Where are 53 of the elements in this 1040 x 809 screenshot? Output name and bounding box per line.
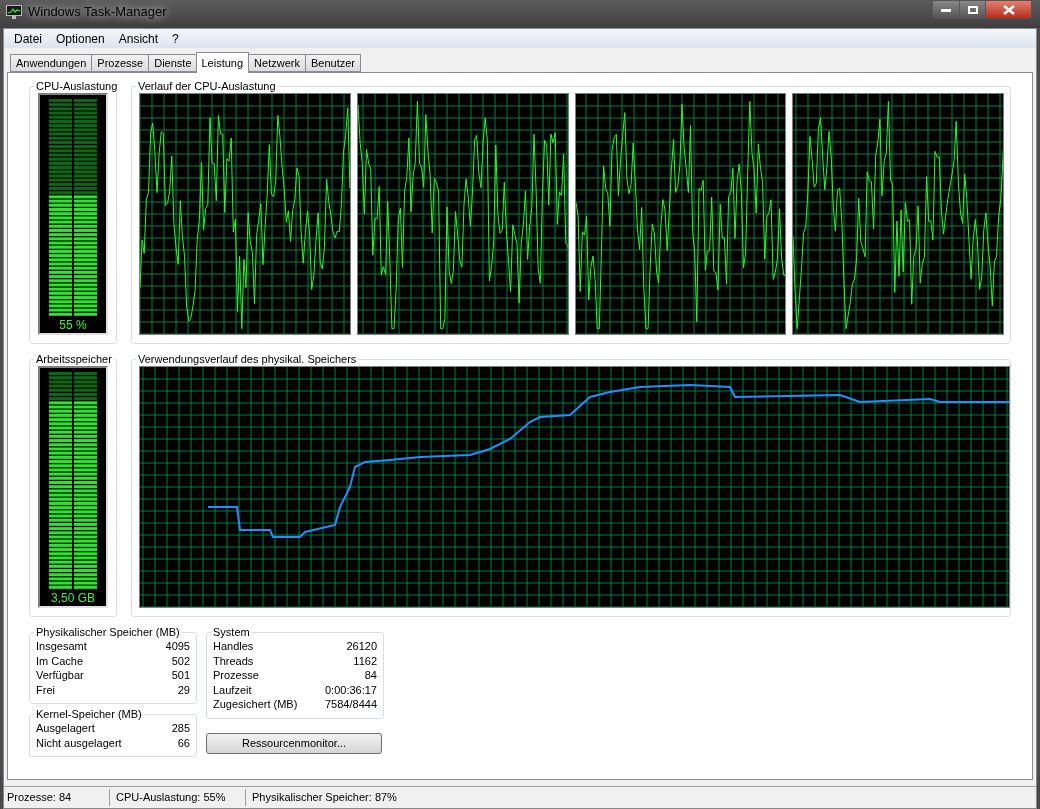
tab[interactable]: Leistung bbox=[195, 52, 250, 73]
stat-value: 0:00:36:17 bbox=[325, 682, 377, 697]
minimize-button[interactable] bbox=[932, 0, 960, 19]
status-text: CPU-Auslastung: 55% bbox=[110, 789, 246, 806]
stat-value: 4095 bbox=[165, 639, 190, 654]
tab[interactable]: Dienste bbox=[148, 54, 197, 72]
tab[interactable]: Prozesse bbox=[91, 54, 149, 72]
minimize-icon bbox=[941, 7, 951, 12]
stat-value: 502 bbox=[171, 653, 190, 668]
resource-monitor-button[interactable]: Ressourcenmonitor... bbox=[206, 732, 382, 754]
group-title: Physikalischer Speicher (MB) bbox=[35, 625, 181, 639]
tab[interactable]: Anwendungen bbox=[10, 54, 92, 72]
group-title: Verlauf der CPU-Auslastung bbox=[137, 79, 277, 93]
stat-value: 1162 bbox=[353, 653, 377, 668]
stat-value: 26120 bbox=[346, 639, 377, 654]
stat-value: 84 bbox=[364, 668, 377, 683]
menu-item[interactable]: ? bbox=[165, 29, 186, 48]
group-title: Kernel-Speicher (MB) bbox=[35, 707, 143, 721]
tab[interactable]: Netzwerk bbox=[248, 54, 305, 72]
stat-label: Nicht ausgelagert bbox=[36, 735, 122, 750]
status-text: Prozesse: 84 bbox=[4, 789, 110, 806]
stat-value: 29 bbox=[177, 682, 190, 697]
maximize-button[interactable] bbox=[960, 0, 986, 19]
close-button[interactable] bbox=[986, 0, 1032, 19]
stat-label: Im Cache bbox=[36, 653, 84, 668]
stat-label: Insgesamt bbox=[36, 639, 87, 654]
stat-label: Handles bbox=[213, 639, 254, 654]
menu-item[interactable]: Datei bbox=[7, 29, 49, 48]
group-title: CPU-Auslastung bbox=[35, 79, 119, 93]
stat-label: Prozesse bbox=[213, 668, 259, 683]
window-title: Windows Task-Manager bbox=[28, 3, 167, 22]
stat-label: Zugesichert (MB) bbox=[213, 697, 298, 712]
group-title: System bbox=[212, 625, 251, 639]
stat-value: 285 bbox=[171, 721, 190, 736]
stat-label: Threads bbox=[213, 653, 254, 668]
menu-item[interactable]: Optionen bbox=[49, 29, 112, 48]
menu-item[interactable]: Ansicht bbox=[111, 29, 166, 48]
monitor-icon bbox=[6, 5, 22, 19]
group-title: Arbeitsspeicher bbox=[35, 352, 113, 366]
stat-label: Ausgelagert bbox=[36, 721, 95, 736]
stat-label: Verfügbar bbox=[36, 668, 84, 683]
tab[interactable]: Benutzer bbox=[304, 54, 361, 72]
close-icon bbox=[1002, 4, 1015, 15]
group-title: Verwendungsverlauf des physikal. Speichers bbox=[137, 352, 358, 366]
stat-label: Frei bbox=[36, 682, 55, 697]
maximize-icon bbox=[967, 5, 978, 14]
status-text: Physikalischer Speicher: 87% bbox=[251, 790, 398, 806]
stat-value: 66 bbox=[177, 735, 190, 750]
meter-reading: 55 % bbox=[59, 317, 87, 333]
stat-label: Laufzeit bbox=[213, 682, 252, 697]
stat-value: 7584/8444 bbox=[325, 697, 377, 712]
stat-value: 501 bbox=[171, 668, 190, 683]
meter-reading: 3,50 GB bbox=[51, 590, 95, 606]
